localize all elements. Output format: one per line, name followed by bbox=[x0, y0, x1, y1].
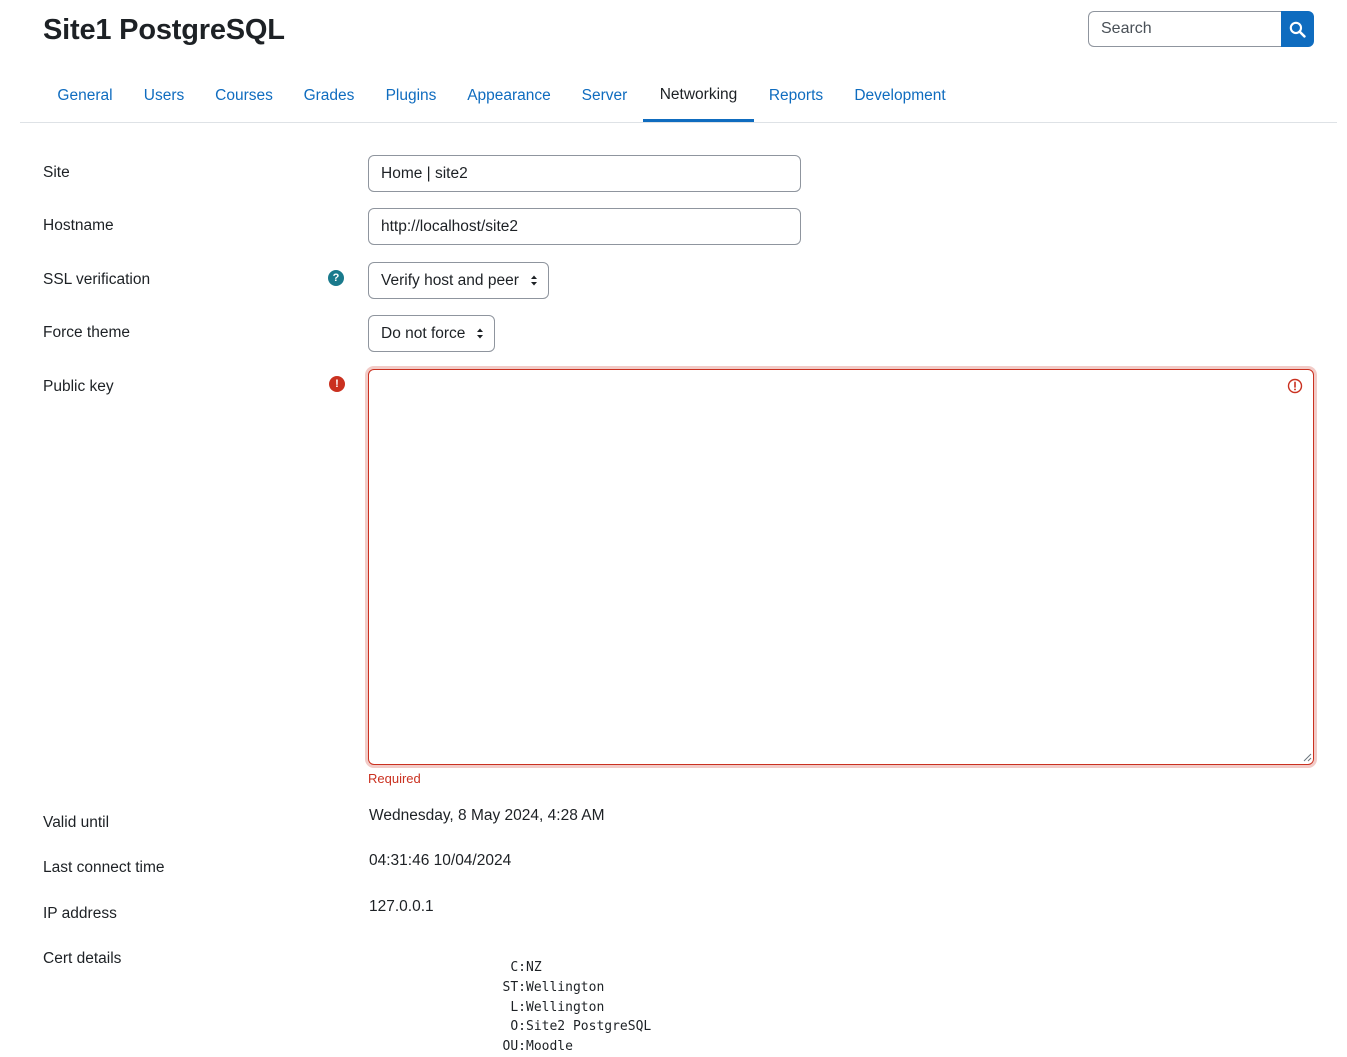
force-theme-select[interactable]: Do not force bbox=[368, 315, 495, 352]
cert-line: O: Site2 PostgreSQL bbox=[368, 1017, 651, 1037]
cert-value: Site2 PostgreSQL bbox=[526, 1019, 652, 1035]
invalid-field-icon bbox=[1287, 378, 1303, 394]
tab-networking[interactable]: Networking bbox=[643, 70, 754, 122]
cert-line: L: Wellington bbox=[368, 998, 651, 1018]
page-title: Site1 PostgreSQL bbox=[43, 14, 285, 46]
cert-line: C: NZ bbox=[368, 958, 651, 978]
cert-value: NZ bbox=[526, 960, 542, 975]
resize-grip-icon[interactable] bbox=[1303, 753, 1312, 762]
help-icon[interactable]: ? bbox=[328, 270, 344, 286]
cert-key: O: bbox=[510, 1019, 526, 1035]
tab-appearance[interactable]: Appearance bbox=[452, 70, 566, 122]
cert-value: Wellington bbox=[526, 979, 605, 995]
ip-address-value: 127.0.0.1 bbox=[369, 898, 434, 915]
cert-key: ST: bbox=[502, 979, 526, 995]
cert-details-label: Cert details bbox=[43, 950, 122, 967]
cert-value: Wellington bbox=[526, 999, 605, 1015]
cert-key: OU: bbox=[502, 1039, 526, 1055]
tab-server[interactable]: Server bbox=[566, 70, 643, 122]
tab-development[interactable]: Development bbox=[838, 70, 962, 122]
force-theme-value: Do not force bbox=[381, 324, 466, 342]
search-icon bbox=[1289, 21, 1306, 38]
site-label: Site bbox=[43, 164, 70, 181]
cert-key: C: bbox=[510, 960, 526, 975]
tab-courses[interactable]: Courses bbox=[200, 70, 288, 122]
tab-plugins[interactable]: Plugins bbox=[370, 70, 452, 122]
ssl-verification-value: Verify host and peer bbox=[381, 271, 519, 289]
hostname-field[interactable] bbox=[368, 208, 801, 245]
valid-until-value: Wednesday, 8 May 2024, 4:28 AM bbox=[369, 807, 605, 824]
tab-general[interactable]: General bbox=[43, 70, 127, 122]
search-input[interactable] bbox=[1088, 11, 1281, 47]
select-arrows-icon bbox=[477, 328, 483, 339]
tab-users[interactable]: Users bbox=[128, 70, 200, 122]
select-arrows-icon bbox=[531, 275, 537, 286]
admin-tabs: General Users Courses Grades Plugins App… bbox=[20, 70, 1337, 123]
tab-reports[interactable]: Reports bbox=[754, 70, 838, 122]
public-key-error-message: Required bbox=[368, 771, 421, 786]
cert-value: Moodle bbox=[526, 1039, 573, 1055]
search-button[interactable] bbox=[1281, 11, 1314, 47]
cert-key: L: bbox=[510, 999, 526, 1015]
cert-details-block: C: NZ ST: Wellington L: Wellington O: Si… bbox=[368, 958, 652, 1057]
cert-line: OU: Moodle bbox=[368, 1037, 651, 1057]
site-field[interactable] bbox=[368, 155, 801, 192]
public-key-label: Public key bbox=[43, 378, 114, 395]
last-connect-time-label: Last connect time bbox=[43, 859, 165, 876]
public-key-textarea[interactable] bbox=[368, 369, 1314, 765]
valid-until-label: Valid until bbox=[43, 814, 110, 831]
ssl-verification-select[interactable]: Verify host and peer bbox=[368, 262, 549, 299]
cert-line: ST: Wellington bbox=[368, 978, 651, 998]
tab-grades[interactable]: Grades bbox=[288, 70, 370, 122]
search-form bbox=[1088, 11, 1314, 47]
required-error-icon: ! bbox=[329, 376, 345, 392]
ip-address-label: IP address bbox=[43, 905, 117, 922]
ssl-verification-label: SSL verification bbox=[43, 271, 151, 288]
hostname-label: Hostname bbox=[43, 217, 114, 234]
last-connect-time-value: 04:31:46 10/04/2024 bbox=[369, 852, 512, 869]
force-theme-label: Force theme bbox=[43, 324, 131, 341]
